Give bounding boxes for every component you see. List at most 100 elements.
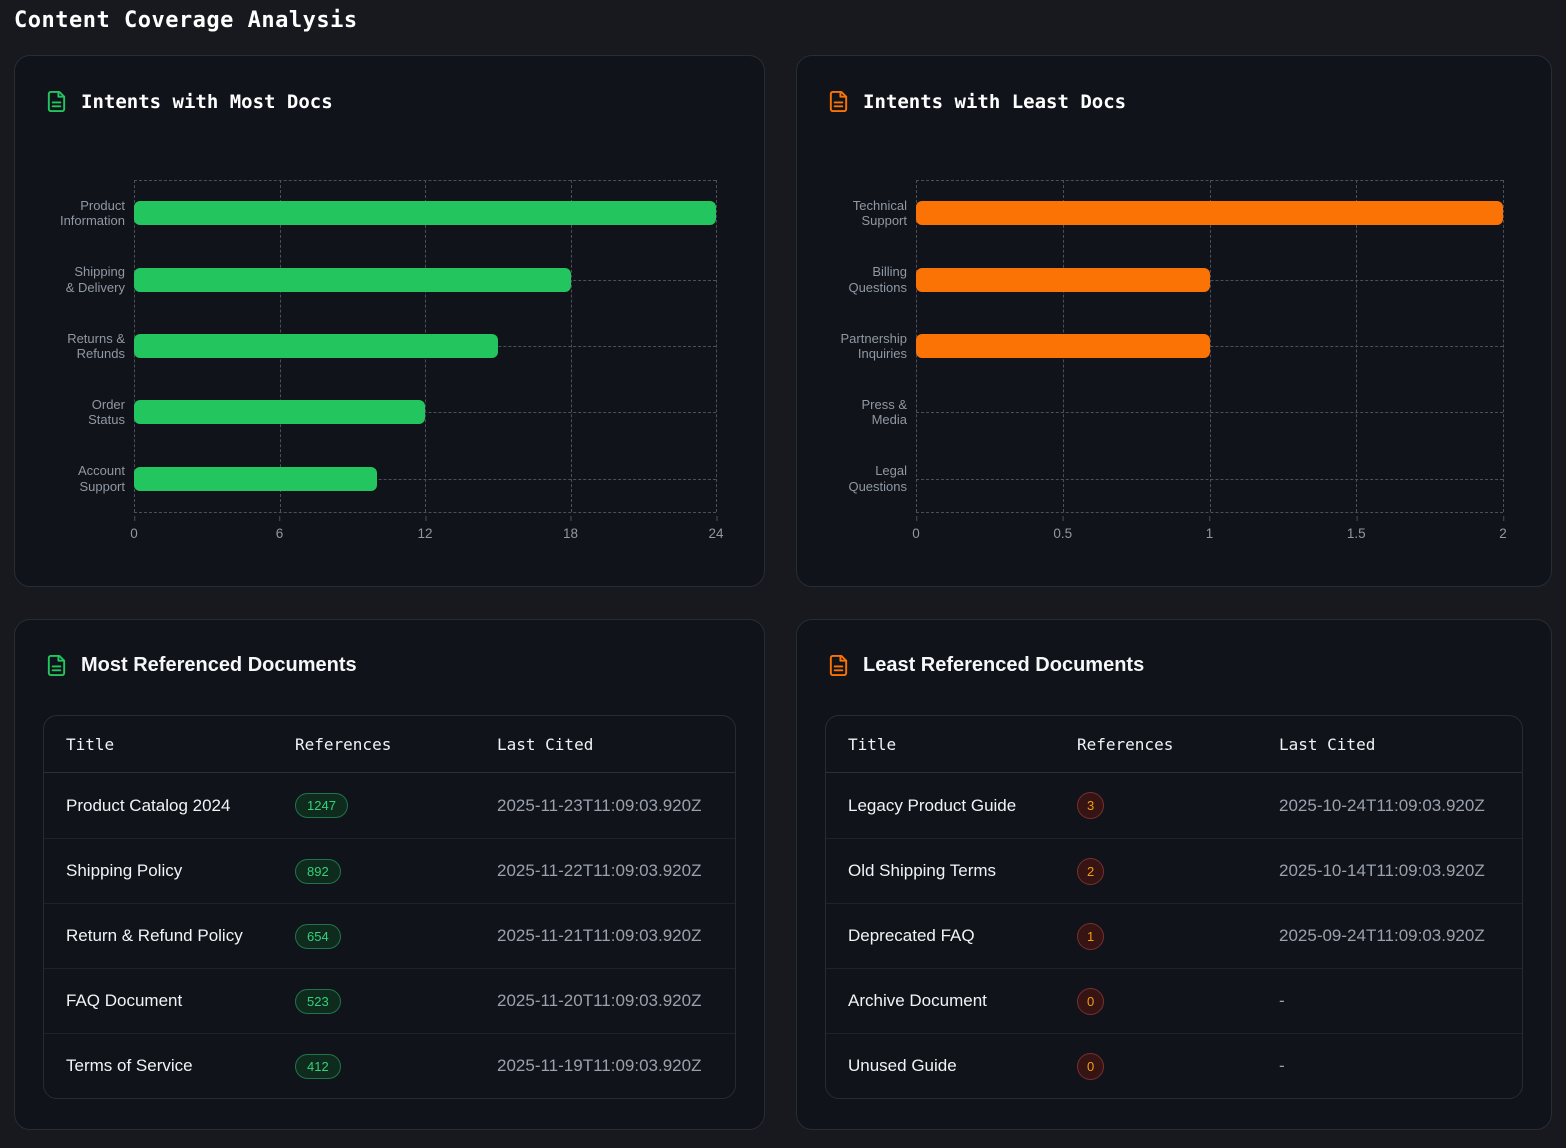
file-text-icon (45, 90, 68, 113)
x-axis-ticks: 06121824 (134, 516, 716, 548)
chart-plot-area (916, 180, 1503, 512)
table-row: Deprecated FAQ12025-09-24T11:09:03.920Z (826, 903, 1522, 968)
table-body: Product Catalog 20241247 2025-11-23T11:09… (44, 773, 735, 1098)
bar-chart-least-docs: TechnicalSupportBillingQuestionsPartners… (797, 180, 1551, 548)
references-cell: 523 (295, 989, 497, 1014)
column-header: References (1077, 735, 1279, 754)
x-tick-label: 2 (1499, 526, 1507, 541)
category-label: Shipping& Delivery (15, 246, 125, 312)
x-tick-label: 0 (130, 526, 138, 541)
references-cell: 892 (295, 859, 497, 884)
x-tick-label: 18 (563, 526, 578, 541)
last-cited-cell: 2025-11-23T11:09:03.920Z (497, 796, 735, 816)
references-badge: 0 (1077, 988, 1104, 1015)
table-row: Unused Guide0- (826, 1033, 1522, 1098)
table-row: Terms of Service4122025-11-19T11:09:03.9… (44, 1033, 735, 1098)
table-row: Return & Refund Policy654 2025-11-21T11:0… (44, 903, 735, 968)
references-badge: 892 (295, 859, 341, 884)
panel-header: Intents with Most Docs (15, 56, 764, 113)
bar-account-support[interactable] (134, 467, 377, 491)
x-tick-label: 0.5 (1053, 526, 1072, 541)
column-header: Title (848, 735, 1077, 754)
panel-header: Intents with Least Docs (797, 56, 1551, 113)
x-tick-label: 1.5 (1347, 526, 1366, 541)
category-label: AccountSupport (15, 446, 125, 512)
bar-partnership-inquiries[interactable] (916, 334, 1210, 358)
column-header: Last Cited (497, 735, 735, 754)
references-badge: 412 (295, 1054, 341, 1079)
bar-product-information[interactable] (134, 201, 716, 225)
category-label: BillingQuestions (797, 246, 907, 312)
document-title-cell: FAQ Document (66, 991, 295, 1011)
grid-line-horizontal (916, 180, 1503, 181)
document-title-cell: Unused Guide (848, 1056, 1077, 1076)
column-header: Last Cited (1279, 735, 1522, 754)
file-text-icon (45, 654, 68, 677)
panel-header: Least Referenced Documents (797, 620, 1551, 677)
references-cell: 1247 (295, 793, 497, 818)
document-title-cell: Return & Refund Policy (66, 926, 295, 946)
category-label: LegalQuestions (797, 446, 907, 512)
grid-line-vertical (1503, 180, 1504, 512)
last-cited-cell: 2025-10-14T11:09:03.920Z (1279, 861, 1522, 881)
last-cited-cell: - (1279, 1056, 1522, 1076)
y-axis-labels: TechnicalSupportBillingQuestionsPartners… (797, 180, 916, 512)
dashboard-grid: Intents with Most Docs ProductInformatio… (14, 55, 1552, 1130)
grid-line-horizontal (134, 512, 716, 513)
column-header: References (295, 735, 497, 754)
panel-least-referenced: Least Referenced Documents TitleReferenc… (796, 619, 1552, 1130)
table-body: Legacy Product Guide32025-10-24T11:09:03… (826, 773, 1522, 1098)
x-axis-ticks: 00.511.52 (916, 516, 1503, 548)
table-header-row: TitleReferencesLast Cited (44, 716, 735, 773)
panel-most-referenced: Most Referenced Documents TitleReference… (14, 619, 765, 1130)
bar-returns-refunds[interactable] (134, 334, 498, 358)
last-cited-cell: 2025-09-24T11:09:03.920Z (1279, 926, 1522, 946)
category-label: PartnershipInquiries (797, 313, 907, 379)
references-cell: 0 (1077, 988, 1279, 1015)
references-cell: 2 (1077, 858, 1279, 885)
table-header-row: TitleReferencesLast Cited (826, 716, 1522, 773)
references-badge: 2 (1077, 858, 1104, 885)
bar-order-status[interactable] (134, 400, 425, 424)
references-cell: 1 (1077, 923, 1279, 950)
table-title-most-referenced: Most Referenced Documents (81, 654, 357, 677)
column-header: Title (66, 735, 295, 754)
bar-technical-support[interactable] (916, 201, 1503, 225)
chart-title-least-docs: Intents with Least Docs (863, 91, 1126, 113)
last-cited-cell: 2025-11-22T11:09:03.920Z (497, 861, 735, 881)
references-cell: 654 (295, 924, 497, 949)
x-tick-label: 6 (276, 526, 284, 541)
grid-line-horizontal (916, 512, 1503, 513)
document-title-cell: Shipping Policy (66, 861, 295, 881)
table-row: FAQ Document5232025-11-20T11:09:03.920Z (44, 968, 735, 1033)
references-badge: 1247 (295, 793, 348, 818)
file-text-icon (827, 90, 850, 113)
category-label: Press &Media (797, 379, 907, 445)
bar-billing-questions[interactable] (916, 268, 1210, 292)
last-cited-cell: 2025-11-21T11:09:03.920Z (497, 926, 735, 946)
chart-title-most-docs: Intents with Most Docs (81, 91, 333, 113)
panel-header: Most Referenced Documents (15, 620, 764, 677)
document-title-cell: Product Catalog 2024 (66, 796, 295, 816)
references-cell: 412 (295, 1054, 497, 1079)
bar-shipping-delivery[interactable] (134, 268, 571, 292)
page-title: Content Coverage Analysis (14, 8, 1552, 33)
content-coverage-page: Content Coverage Analysis Intents with M… (0, 0, 1566, 1130)
chart-plot-area (134, 180, 716, 512)
most-referenced-table: TitleReferencesLast Cited Product Catalo… (43, 715, 736, 1099)
document-title-cell: Old Shipping Terms (848, 861, 1077, 881)
document-title-cell: Archive Document (848, 991, 1077, 1011)
references-badge: 654 (295, 924, 341, 949)
document-title-cell: Deprecated FAQ (848, 926, 1077, 946)
x-tick-label: 0 (912, 526, 920, 541)
x-tick-label: 1 (1206, 526, 1214, 541)
grid-line-horizontal (916, 412, 1503, 413)
references-badge: 523 (295, 989, 341, 1014)
last-cited-cell: 2025-10-24T11:09:03.920Z (1279, 796, 1522, 816)
x-tick-label: 12 (417, 526, 432, 541)
document-title-cell: Legacy Product Guide (848, 796, 1077, 816)
table-title-least-referenced: Least Referenced Documents (863, 654, 1144, 677)
panel-intents-most-docs: Intents with Most Docs ProductInformatio… (14, 55, 765, 587)
bar-chart-most-docs: ProductInformationShipping& DeliveryRetu… (15, 180, 764, 548)
last-cited-cell: 2025-11-19T11:09:03.920Z (497, 1056, 735, 1076)
